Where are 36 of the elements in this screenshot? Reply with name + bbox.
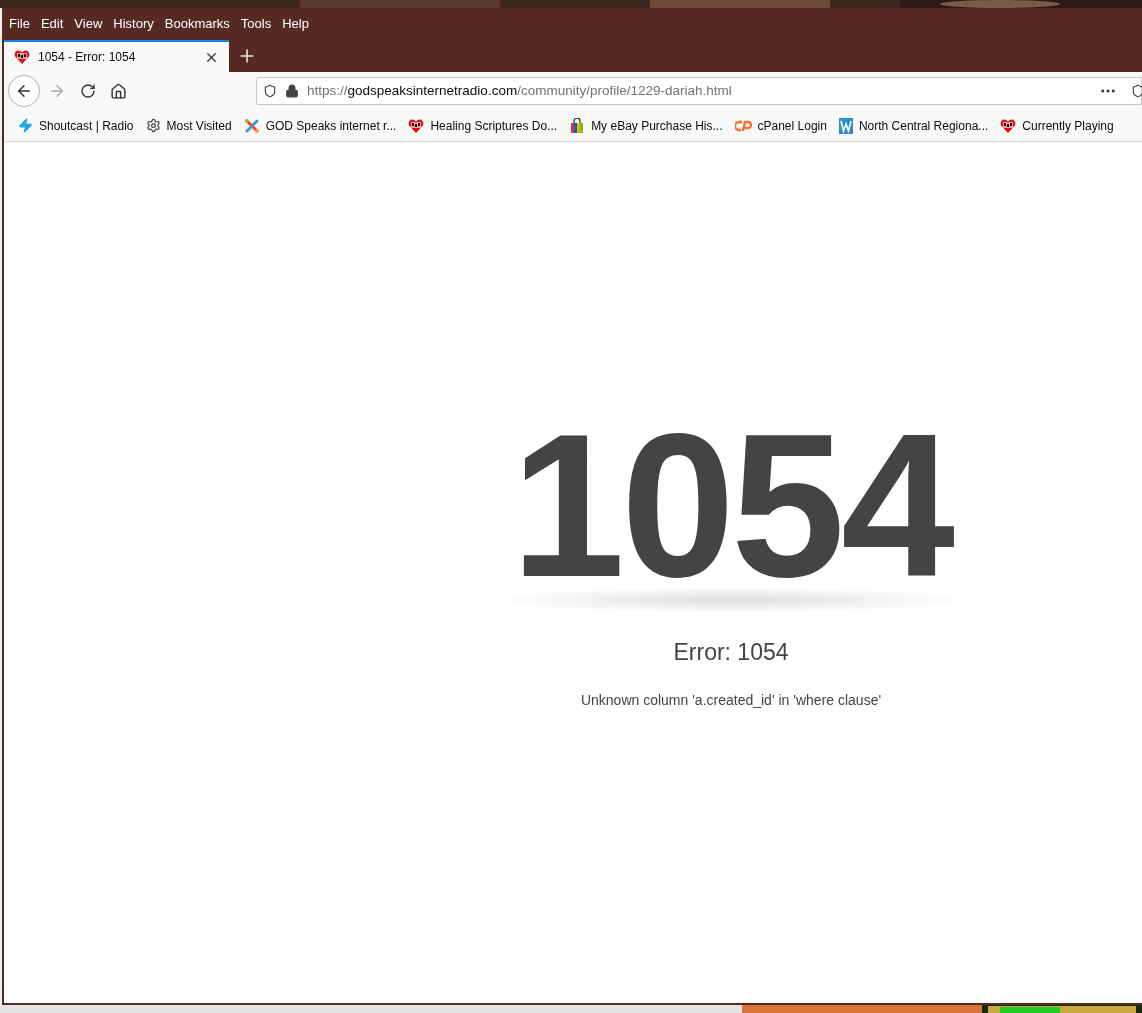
browser-tab[interactable]: 1054 - Error: 1054 bbox=[4, 40, 229, 72]
address-bar[interactable]: https://godspeaksinternetradio.com/community/profile/1229-dariah.html bbox=[256, 77, 1142, 105]
w-logo-icon bbox=[838, 117, 853, 134]
lightning-icon bbox=[18, 118, 33, 133]
error-message: Unknown column 'a.created_id' in 'where clause' bbox=[580, 690, 882, 710]
cpanel-logo-icon bbox=[734, 119, 752, 132]
menu-item[interactable]: Tools bbox=[240, 14, 272, 34]
reload-icon[interactable] bbox=[80, 83, 96, 99]
shield-icon bbox=[263, 84, 277, 98]
bookmark-item[interactable]: North Central Regiona... bbox=[858, 116, 989, 135]
menu-item[interactable]: File bbox=[9, 14, 30, 34]
menu-item[interactable]: History bbox=[113, 14, 154, 34]
cross-logo-icon bbox=[243, 117, 260, 134]
bookmark-item[interactable]: GOD Speaks internet r... bbox=[265, 116, 397, 135]
error-code: 1054 bbox=[510, 425, 951, 585]
heart-icon bbox=[408, 117, 425, 134]
back-button[interactable] bbox=[8, 75, 40, 107]
menu-item[interactable]: Help bbox=[282, 14, 309, 34]
bookmark-item[interactable]: Healing Scriptures Do... bbox=[430, 116, 558, 135]
gear-icon bbox=[145, 118, 161, 133]
shopping-bag-icon bbox=[569, 117, 586, 134]
heart-icon bbox=[1000, 117, 1017, 134]
tab-title: 1054 - Error: 1054 bbox=[38, 49, 137, 66]
bookmark-item[interactable]: My eBay Purchase His... bbox=[591, 116, 723, 135]
menu-item[interactable]: Edit bbox=[40, 14, 64, 34]
menu-item[interactable]: Bookmarks bbox=[164, 14, 230, 34]
lock-icon bbox=[285, 84, 299, 98]
error-title: Error: 1054 bbox=[673, 638, 789, 667]
bookmark-item[interactable]: Shoutcast | Radio bbox=[39, 116, 134, 135]
bookmark-item[interactable]: cPanel Login bbox=[757, 116, 827, 135]
bookmark-item[interactable]: Most Visited bbox=[166, 116, 232, 135]
tab-favicon-icon bbox=[14, 49, 30, 65]
bookmark-item[interactable]: Currently Playing bbox=[1022, 116, 1114, 135]
home-icon[interactable] bbox=[110, 82, 127, 100]
url-text: https://godspeaksinternetradio.com/community/profile/1229-dariah.html bbox=[307, 81, 733, 100]
menu-item[interactable]: View bbox=[74, 14, 103, 34]
